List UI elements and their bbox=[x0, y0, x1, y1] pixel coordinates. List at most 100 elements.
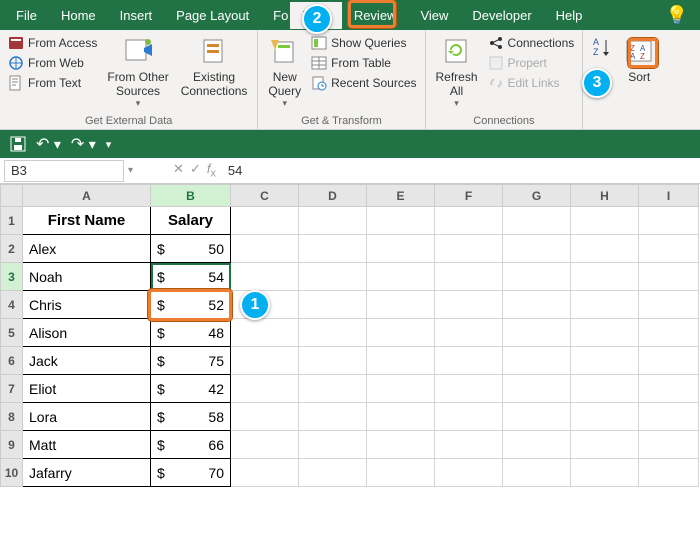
cell[interactable] bbox=[231, 319, 299, 347]
data-cell-salary[interactable]: $75 bbox=[151, 347, 231, 375]
cell[interactable] bbox=[231, 431, 299, 459]
data-cell-name[interactable]: Lora bbox=[23, 403, 151, 431]
cell[interactable] bbox=[367, 235, 435, 263]
from-table-button[interactable]: From Table bbox=[309, 54, 418, 72]
column-header[interactable]: E bbox=[367, 185, 435, 207]
qat-customize-button[interactable]: ▾ bbox=[106, 138, 112, 151]
cell[interactable] bbox=[367, 459, 435, 487]
cell[interactable] bbox=[503, 347, 571, 375]
data-cell-salary[interactable]: $58 bbox=[151, 403, 231, 431]
redo-button[interactable]: ↷ ▾ bbox=[71, 134, 96, 154]
cell[interactable] bbox=[231, 459, 299, 487]
cell[interactable] bbox=[367, 403, 435, 431]
cell[interactable] bbox=[231, 347, 299, 375]
cell[interactable] bbox=[435, 207, 503, 235]
cell[interactable] bbox=[435, 431, 503, 459]
row-header[interactable]: 2 bbox=[1, 235, 23, 263]
cell[interactable] bbox=[231, 207, 299, 235]
row-header[interactable]: 7 bbox=[1, 375, 23, 403]
from-other-sources-button[interactable]: From Other Sources ▾ bbox=[103, 34, 172, 111]
column-header[interactable]: G bbox=[503, 185, 571, 207]
column-header[interactable]: C bbox=[231, 185, 299, 207]
cell[interactable] bbox=[435, 347, 503, 375]
new-query-button[interactable]: New Query ▾ bbox=[264, 34, 305, 111]
edit-links-button[interactable]: Edit Links bbox=[486, 74, 577, 92]
cell[interactable] bbox=[503, 459, 571, 487]
cell[interactable] bbox=[435, 263, 503, 291]
cell[interactable] bbox=[503, 207, 571, 235]
tab-formulas-cut[interactable]: Fo bbox=[261, 2, 290, 29]
data-cell-name[interactable]: Chris bbox=[23, 291, 151, 319]
cell[interactable] bbox=[231, 291, 299, 319]
column-header[interactable]: F bbox=[435, 185, 503, 207]
cell[interactable] bbox=[639, 291, 699, 319]
row-header[interactable]: 8 bbox=[1, 403, 23, 431]
data-cell-salary[interactable]: $54 bbox=[151, 263, 231, 291]
column-header[interactable]: I bbox=[639, 185, 699, 207]
data-cell-name[interactable]: Eliot bbox=[23, 375, 151, 403]
row-header[interactable]: 1 bbox=[1, 207, 23, 235]
cell[interactable] bbox=[503, 403, 571, 431]
column-header[interactable]: B bbox=[151, 185, 231, 207]
cell[interactable] bbox=[367, 263, 435, 291]
cell[interactable] bbox=[639, 403, 699, 431]
row-header[interactable]: 9 bbox=[1, 431, 23, 459]
cell[interactable] bbox=[367, 431, 435, 459]
refresh-all-button[interactable]: Refresh All ▾ bbox=[432, 34, 482, 111]
data-cell-name[interactable]: Alex bbox=[23, 235, 151, 263]
cell[interactable] bbox=[503, 375, 571, 403]
data-cell-salary[interactable]: $66 bbox=[151, 431, 231, 459]
row-header[interactable]: 4 bbox=[1, 291, 23, 319]
cell[interactable] bbox=[639, 459, 699, 487]
cell[interactable] bbox=[435, 235, 503, 263]
from-access-button[interactable]: From Access bbox=[6, 34, 99, 52]
cell[interactable] bbox=[639, 235, 699, 263]
cell[interactable] bbox=[639, 263, 699, 291]
data-cell-name[interactable]: Jafarry bbox=[23, 459, 151, 487]
cell[interactable] bbox=[299, 263, 367, 291]
tab-data[interactable]: Data bbox=[290, 2, 341, 29]
cell[interactable] bbox=[503, 431, 571, 459]
cell[interactable] bbox=[503, 319, 571, 347]
cell[interactable] bbox=[231, 235, 299, 263]
row-header[interactable]: 6 bbox=[1, 347, 23, 375]
cell[interactable] bbox=[571, 431, 639, 459]
cancel-formula-button[interactable]: ✕ bbox=[173, 161, 184, 180]
cell[interactable] bbox=[231, 375, 299, 403]
cell[interactable] bbox=[299, 319, 367, 347]
cell[interactable] bbox=[299, 459, 367, 487]
cell[interactable] bbox=[503, 235, 571, 263]
cell[interactable] bbox=[571, 319, 639, 347]
cell[interactable] bbox=[435, 291, 503, 319]
tab-developer[interactable]: Developer bbox=[460, 2, 543, 29]
select-all-corner[interactable] bbox=[1, 185, 23, 207]
worksheet[interactable]: ABCDEFGHI1First NameSalary2Alex$503Noah$… bbox=[0, 184, 700, 487]
from-web-button[interactable]: From Web bbox=[6, 54, 99, 72]
column-header[interactable]: A bbox=[23, 185, 151, 207]
data-cell-salary[interactable]: $70 bbox=[151, 459, 231, 487]
name-box[interactable] bbox=[4, 160, 124, 182]
tab-pagelayout[interactable]: Page Layout bbox=[164, 2, 261, 29]
tell-me-icon[interactable]: 💡 bbox=[666, 5, 696, 26]
tab-file[interactable]: File bbox=[4, 2, 49, 29]
enter-formula-button[interactable]: ✓ bbox=[190, 161, 201, 180]
cell[interactable] bbox=[571, 235, 639, 263]
fx-button[interactable]: fx bbox=[207, 161, 216, 180]
row-header[interactable]: 10 bbox=[1, 459, 23, 487]
data-cell-salary[interactable]: $50 bbox=[151, 235, 231, 263]
cell[interactable] bbox=[503, 291, 571, 319]
cell[interactable] bbox=[571, 291, 639, 319]
cell[interactable] bbox=[571, 207, 639, 235]
cell[interactable] bbox=[231, 263, 299, 291]
cell[interactable] bbox=[435, 319, 503, 347]
column-header[interactable]: D bbox=[299, 185, 367, 207]
cell[interactable] bbox=[299, 235, 367, 263]
cell[interactable] bbox=[639, 207, 699, 235]
cell[interactable] bbox=[503, 263, 571, 291]
sort-asc-button[interactable]: AZ bbox=[589, 34, 615, 60]
cell[interactable] bbox=[367, 207, 435, 235]
tab-view[interactable]: View bbox=[408, 2, 460, 29]
cell[interactable] bbox=[299, 431, 367, 459]
cell[interactable] bbox=[367, 319, 435, 347]
cell[interactable] bbox=[435, 403, 503, 431]
